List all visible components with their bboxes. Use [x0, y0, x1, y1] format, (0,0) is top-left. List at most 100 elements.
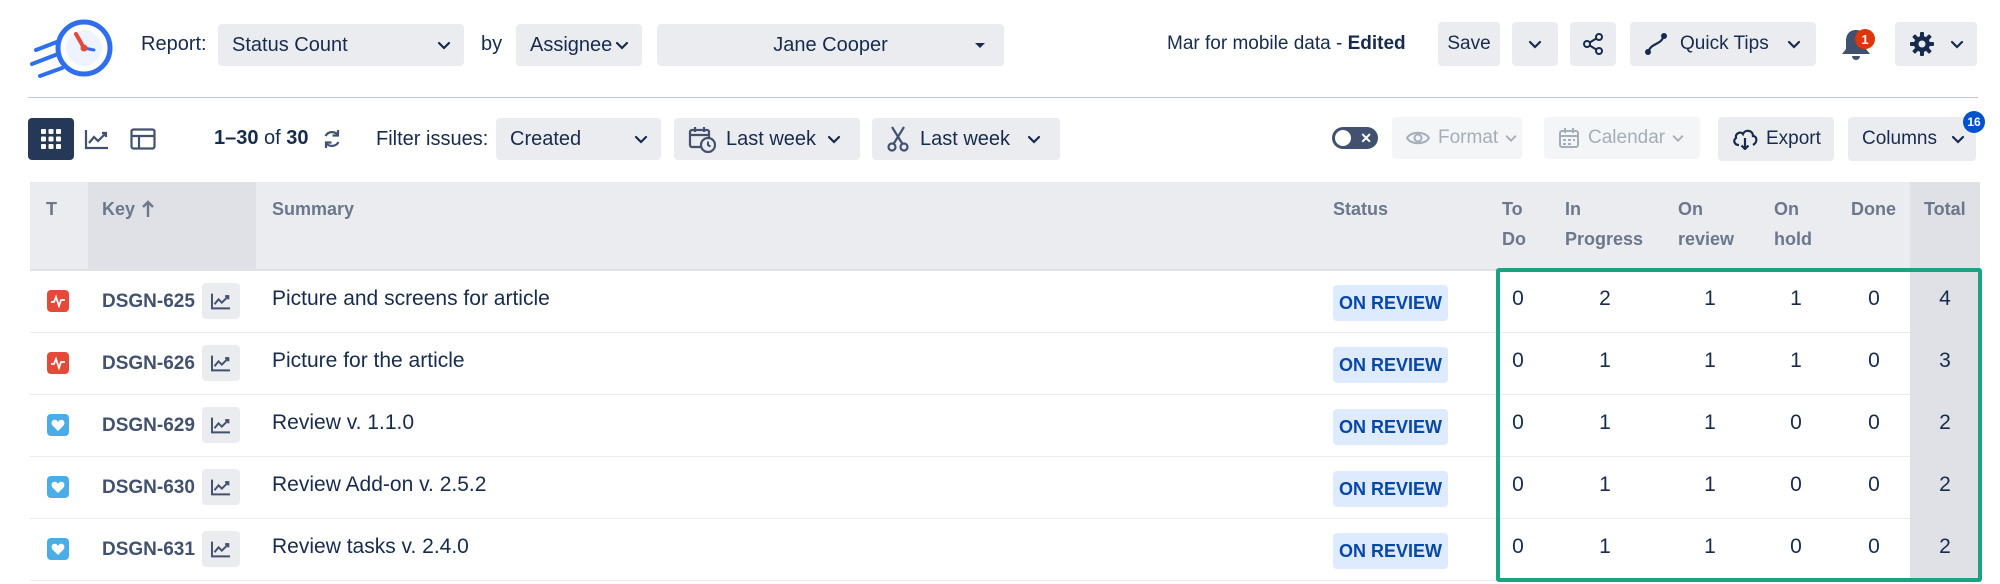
- issue-summary[interactable]: Picture and screens for article: [272, 287, 550, 311]
- chevron-down-icon: [1950, 40, 1964, 49]
- issue-key[interactable]: DSGN-630: [102, 477, 195, 499]
- issue-summary[interactable]: Picture for the article: [272, 349, 465, 373]
- issue-trend-button[interactable]: [202, 345, 240, 381]
- column-header-todo[interactable]: To Do: [1502, 194, 1542, 254]
- grid-view-button[interactable]: [28, 118, 74, 160]
- range-end: 30: [236, 127, 259, 149]
- issue-key[interactable]: DSGN-625: [102, 291, 195, 313]
- settings-button[interactable]: [1895, 22, 1977, 66]
- issue-trend-button[interactable]: [202, 407, 240, 443]
- issue-key[interactable]: DSGN-626: [102, 353, 195, 375]
- chevron-down-icon: [1027, 135, 1041, 144]
- column-header-summary[interactable]: Summary: [272, 194, 354, 224]
- total-count: 30: [286, 127, 309, 149]
- app-logo-icon: [30, 19, 113, 78]
- issue-trend-button[interactable]: [202, 469, 240, 505]
- chevron-down-icon: [634, 135, 648, 144]
- chart-view-icon: [211, 293, 230, 310]
- issue-summary[interactable]: Review v. 1.1.0: [272, 411, 414, 435]
- quick-tips-label: Quick Tips: [1680, 33, 1769, 54]
- issue-key[interactable]: DSGN-629: [102, 415, 195, 437]
- chevron-down-icon: [827, 135, 841, 144]
- status-badge: ON REVIEW: [1333, 471, 1449, 507]
- date-range-select[interactable]: Last week: [674, 118, 860, 160]
- status-badge: ON REVIEW: [1333, 409, 1449, 445]
- chevron-down-icon: [1951, 135, 1965, 144]
- pagination-counter: 1–30 of 30: [214, 127, 343, 150]
- chevron-down-icon: [1505, 135, 1517, 142]
- column-header-key[interactable]: Key: [102, 194, 155, 224]
- columns-button[interactable]: Columns: [1848, 117, 1976, 161]
- issue-summary[interactable]: Review tasks v. 2.4.0: [272, 535, 469, 559]
- format-button[interactable]: Format: [1392, 117, 1522, 159]
- column-header-todo-line1: To: [1502, 199, 1523, 219]
- group-by-select[interactable]: Assignee: [516, 24, 642, 66]
- column-header-type[interactable]: T: [46, 194, 57, 224]
- report-type-select[interactable]: Status Count: [218, 24, 464, 66]
- column-header-total[interactable]: Total: [1924, 194, 1966, 224]
- cloud-download-icon: [1733, 129, 1758, 150]
- filter-field-select[interactable]: Created: [496, 118, 661, 160]
- header-divider: [28, 97, 1978, 98]
- route-icon: [1645, 33, 1667, 55]
- status-counts-highlight: [1496, 268, 1982, 582]
- status-badge: ON REVIEW: [1333, 285, 1449, 321]
- person-select[interactable]: Jane Cooper: [657, 24, 1004, 66]
- feedback-heart-icon: [47, 414, 69, 436]
- grid-view-icon: [41, 129, 61, 149]
- export-button[interactable]: Export: [1718, 117, 1834, 161]
- chart-view-icon: [211, 479, 230, 496]
- chart-view-icon: [84, 130, 108, 150]
- bug-icon: [47, 290, 69, 312]
- format-toggle[interactable]: ✕: [1332, 127, 1378, 149]
- chart-view-icon: [211, 417, 230, 434]
- layout-view-icon: [130, 128, 156, 150]
- eye-icon: [1406, 131, 1430, 145]
- chevron-down-icon: [975, 43, 985, 48]
- comparison-range-select[interactable]: Last week: [872, 118, 1060, 160]
- issue-key[interactable]: DSGN-631: [102, 539, 195, 561]
- chevron-down-icon: [1787, 40, 1801, 49]
- columns-count-badge: 16: [1963, 111, 1985, 133]
- issue-summary[interactable]: Review Add-on v. 2.5.2: [272, 473, 486, 497]
- column-header-on-hold[interactable]: On hold: [1774, 194, 1834, 254]
- chevron-down-icon: [437, 41, 451, 50]
- comparison-range-value: Last week: [920, 127, 1011, 150]
- notification-count-badge: 1: [1855, 29, 1875, 49]
- column-header-on-review[interactable]: On review: [1678, 194, 1748, 254]
- save-button[interactable]: Save: [1438, 22, 1500, 66]
- refresh-icon[interactable]: [321, 128, 343, 150]
- date-range-value: Last week: [726, 127, 817, 150]
- report-label: Report:: [141, 33, 207, 55]
- feedback-heart-icon: [47, 538, 69, 560]
- sort-ascending-icon: [142, 200, 154, 217]
- chevron-down-icon: [1528, 40, 1542, 49]
- format-label: Format: [1438, 127, 1499, 148]
- column-header-on-review-line2: review: [1678, 229, 1735, 249]
- save-options-button[interactable]: [1512, 22, 1558, 66]
- status-badge: ON REVIEW: [1333, 533, 1449, 569]
- layout-view-button[interactable]: [120, 118, 166, 160]
- calendar-button[interactable]: Calendar: [1544, 117, 1700, 159]
- column-header-key-label: Key: [102, 199, 136, 219]
- by-label: by: [481, 33, 503, 55]
- column-header-status[interactable]: Status: [1333, 194, 1388, 224]
- column-header-done[interactable]: Done: [1851, 194, 1896, 224]
- range-dash: –: [225, 127, 237, 149]
- chevron-down-icon: [1672, 135, 1684, 142]
- column-header-on-review-line1: On: [1678, 199, 1703, 219]
- column-header-in-progress[interactable]: In Progress: [1565, 194, 1655, 254]
- column-header-in-progress-line2: Progress: [1565, 229, 1644, 249]
- chart-view-icon: [211, 355, 230, 372]
- report-name[interactable]: Mar for mobile data - Edited: [1167, 33, 1406, 55]
- quick-tips-button[interactable]: Quick Tips: [1630, 22, 1816, 66]
- save-label: Save: [1447, 33, 1491, 54]
- calendar-label: Calendar: [1588, 127, 1666, 148]
- group-by-value: Assignee: [530, 33, 613, 56]
- share-button[interactable]: [1570, 22, 1616, 66]
- issue-trend-button[interactable]: [202, 283, 240, 319]
- issue-trend-button[interactable]: [202, 531, 240, 567]
- column-header-on-hold-line2: hold: [1774, 229, 1812, 249]
- chart-view-button[interactable]: [74, 118, 120, 160]
- report-state: Edited: [1347, 33, 1406, 54]
